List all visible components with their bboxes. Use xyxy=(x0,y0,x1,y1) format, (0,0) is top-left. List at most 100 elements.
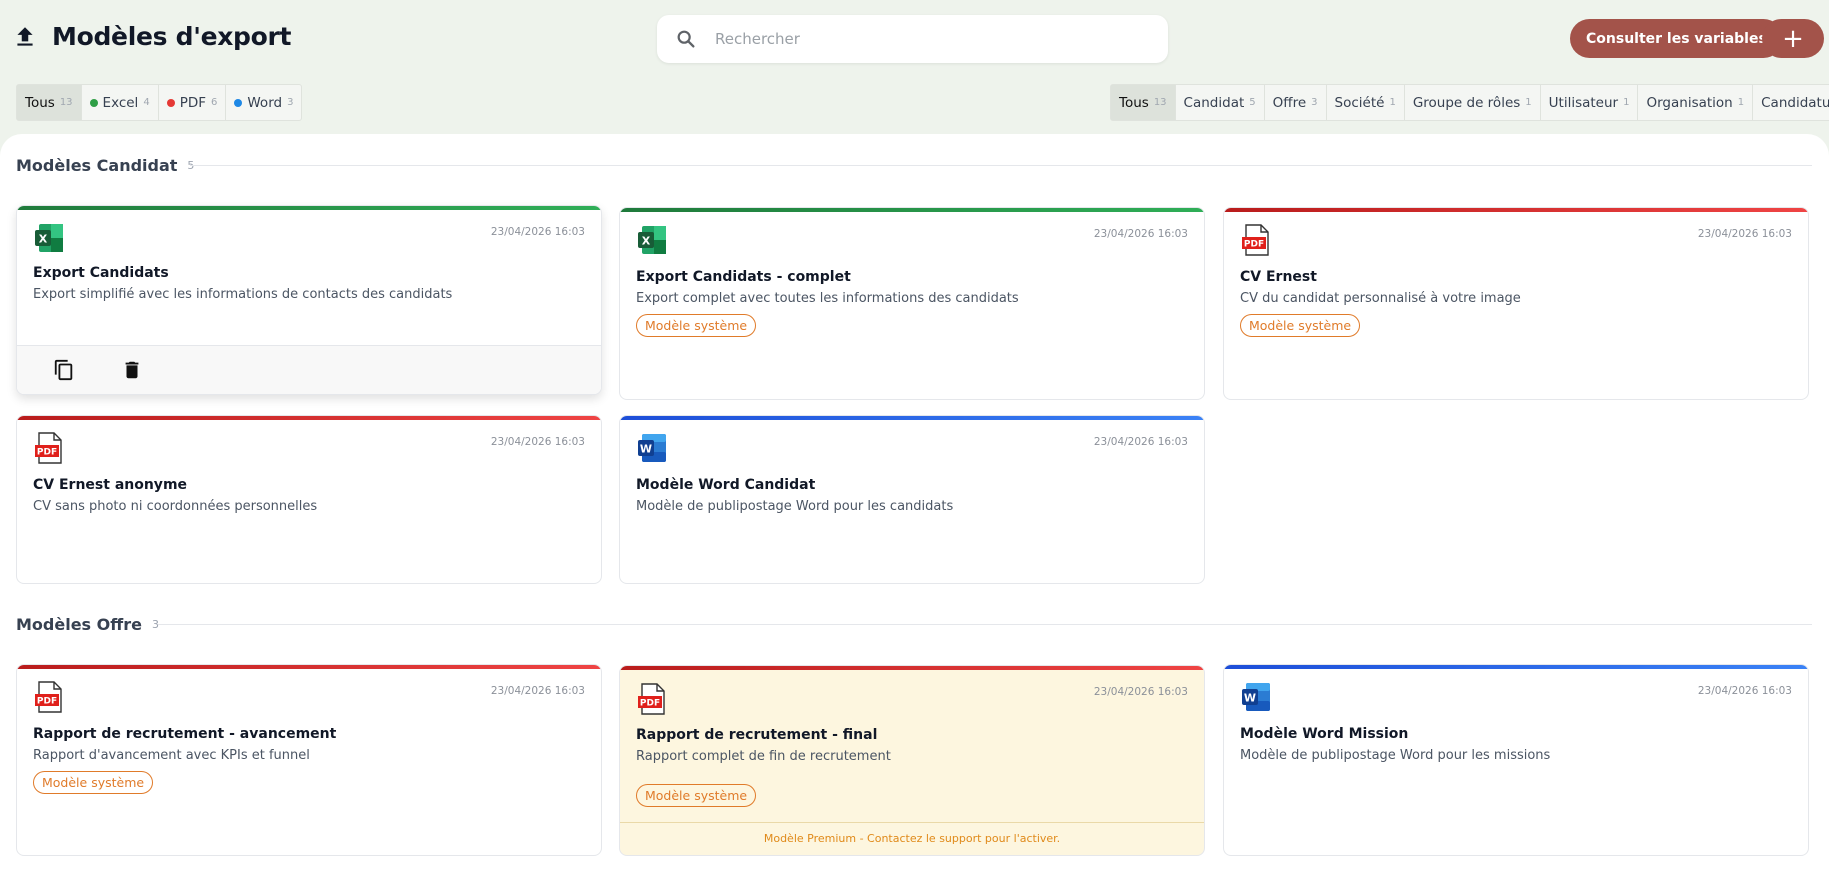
filter-count: 1 xyxy=(1623,97,1630,108)
format-filter-all[interactable]: Tous 13 xyxy=(17,85,82,120)
template-card[interactable]: X 23/04/2026 16:03 Export Candidats - co… xyxy=(619,207,1205,400)
pdf-icon: PDF xyxy=(638,683,665,715)
filter-label: PDF xyxy=(179,94,206,111)
section-header-candidat: Modèles Candidat 5 xyxy=(16,156,194,175)
system-template-badge: Modèle système xyxy=(33,771,154,794)
filter-count: 13 xyxy=(59,97,73,108)
filter-label: Offre xyxy=(1272,94,1307,111)
search-icon xyxy=(677,30,695,48)
entity-filter-utilisateur[interactable]: Utilisateur 1 xyxy=(1541,85,1639,120)
filter-label: Utilisateur xyxy=(1548,94,1619,111)
svg-text:X: X xyxy=(642,235,651,248)
entity-filter-organisation[interactable]: Organisation 1 xyxy=(1638,85,1754,120)
section-divider xyxy=(190,165,1812,166)
page-title: Modèles d'export xyxy=(52,22,292,51)
card-name: Modèle Word Mission xyxy=(1240,726,1409,742)
card-date: 23/04/2026 16:03 xyxy=(1697,228,1792,240)
pdf-icon: PDF xyxy=(35,681,62,713)
word-dot-icon xyxy=(234,98,243,107)
filter-label: Excel xyxy=(102,94,139,111)
filter-count: 1 xyxy=(1525,97,1532,108)
filter-count: 5 xyxy=(1249,97,1256,108)
svg-text:X: X xyxy=(39,233,48,246)
card-description: Rapport complet de fin de recrutement xyxy=(636,749,891,764)
filter-label: Tous xyxy=(25,94,55,111)
svg-text:PDF: PDF xyxy=(640,699,660,709)
template-card[interactable]: PDF 23/04/2026 16:03 CV Ernest anonyme C… xyxy=(16,415,602,584)
format-filter-excel[interactable]: Excel 4 xyxy=(82,85,159,120)
card-name: CV Ernest anonyme xyxy=(33,477,188,493)
add-template-button[interactable]: + xyxy=(1762,19,1824,58)
word-icon: W xyxy=(1242,683,1270,711)
card-color-bar xyxy=(17,416,601,420)
card-name: Rapport de recrutement - avancement xyxy=(33,726,337,742)
svg-text:PDF: PDF xyxy=(1244,240,1264,250)
search-bar[interactable] xyxy=(657,15,1168,63)
entity-filter-offre[interactable]: Offre 3 xyxy=(1265,85,1327,120)
filter-label: Word xyxy=(247,94,283,111)
section-header-offre: Modèles Offre 3 xyxy=(16,615,159,634)
section-divider xyxy=(158,624,1812,625)
card-description: Export complet avec toutes les informati… xyxy=(636,291,1019,306)
excel-icon: X xyxy=(638,226,666,254)
svg-text:PDF: PDF xyxy=(37,448,57,458)
filter-label: Groupe de rôles xyxy=(1412,94,1521,111)
card-color-bar xyxy=(1224,665,1808,669)
filter-count: 1 xyxy=(1737,97,1745,108)
card-color-bar xyxy=(1224,208,1808,212)
card-description: Export simplifié avec les informations d… xyxy=(33,287,453,302)
card-date: 23/04/2026 16:03 xyxy=(1093,686,1188,698)
svg-text:PDF: PDF xyxy=(37,697,57,707)
card-description: CV sans photo ni coordonnées personnelle… xyxy=(33,499,318,514)
excel-icon: X xyxy=(35,224,63,252)
search-input[interactable] xyxy=(713,29,1117,49)
premium-notice: Modèle Premium - Contactez le support po… xyxy=(620,822,1204,855)
entity-filter-candidature[interactable]: Candidature 1 xyxy=(1753,85,1829,120)
template-card[interactable]: PDF 23/04/2026 16:03 CV Ernest CV du can… xyxy=(1223,207,1809,400)
pdf-dot-icon xyxy=(166,98,175,107)
card-date: 23/04/2026 16:03 xyxy=(490,226,585,238)
entity-filter-groupe-roles[interactable]: Groupe de rôles 1 xyxy=(1405,85,1541,120)
filter-count: 6 xyxy=(211,97,218,108)
top-bar: Modèles d'export Consulter les variables… xyxy=(0,0,1829,80)
upload-icon xyxy=(17,26,33,46)
filter-label: Tous xyxy=(1119,94,1149,111)
pdf-icon: PDF xyxy=(35,432,62,464)
svg-text:W: W xyxy=(640,443,652,456)
card-description: Modèle de publipostage Word pour les mis… xyxy=(1240,748,1551,763)
template-card[interactable]: X 23/04/2026 16:03 Export Candidats Expo… xyxy=(16,205,602,395)
card-name: Export Candidats xyxy=(33,265,169,281)
card-name: Export Candidats - complet xyxy=(636,269,851,285)
trash-icon[interactable] xyxy=(121,359,143,381)
entity-filter-societe[interactable]: Société 1 xyxy=(1327,85,1405,120)
system-template-badge: Modèle système xyxy=(636,314,757,337)
card-date: 23/04/2026 16:03 xyxy=(1093,436,1188,448)
pdf-icon: PDF xyxy=(1242,224,1269,256)
template-card-premium[interactable]: PDF 23/04/2026 16:03 Rapport de recrutem… xyxy=(619,665,1205,856)
format-filter-group: Tous 13 Excel 4 PDF 6 Word 3 xyxy=(16,84,303,121)
entity-filter-candidat[interactable]: Candidat 5 xyxy=(1176,85,1265,120)
copy-icon[interactable] xyxy=(53,359,75,381)
section-title: Modèles Candidat xyxy=(16,156,178,175)
card-color-bar xyxy=(620,208,1204,212)
filter-label: Candidature xyxy=(1761,94,1829,111)
template-card[interactable]: PDF 23/04/2026 16:03 Rapport de recrutem… xyxy=(16,664,602,856)
svg-text:W: W xyxy=(1244,692,1256,705)
card-actions xyxy=(17,345,601,394)
consult-variables-button[interactable]: Consulter les variables xyxy=(1570,19,1783,58)
card-date: 23/04/2026 16:03 xyxy=(1093,228,1188,240)
entity-filter-all[interactable]: Tous 13 xyxy=(1111,85,1176,120)
templates-panel: Modèles Candidat 5 X 23/04/2026 16:03 Ex… xyxy=(0,134,1829,894)
word-icon: W xyxy=(638,434,666,462)
template-card[interactable]: W 23/04/2026 16:03 Modèle Word Mission M… xyxy=(1223,664,1809,856)
card-color-bar xyxy=(17,206,601,210)
system-template-badge: Modèle système xyxy=(1240,314,1361,337)
template-card[interactable]: W 23/04/2026 16:03 Modèle Word Candidat … xyxy=(619,415,1205,584)
entity-filter-group: Tous 13 Candidat 5 Offre 3 Société 1 Gro… xyxy=(1110,84,1829,121)
format-filter-pdf[interactable]: PDF 6 xyxy=(159,85,227,120)
section-title: Modèles Offre xyxy=(16,615,142,634)
card-name: Modèle Word Candidat xyxy=(636,477,816,493)
format-filter-word[interactable]: Word 3 xyxy=(226,85,301,120)
card-date: 23/04/2026 16:03 xyxy=(1697,685,1792,697)
card-description: CV du candidat personnalisé à votre imag… xyxy=(1240,291,1521,306)
